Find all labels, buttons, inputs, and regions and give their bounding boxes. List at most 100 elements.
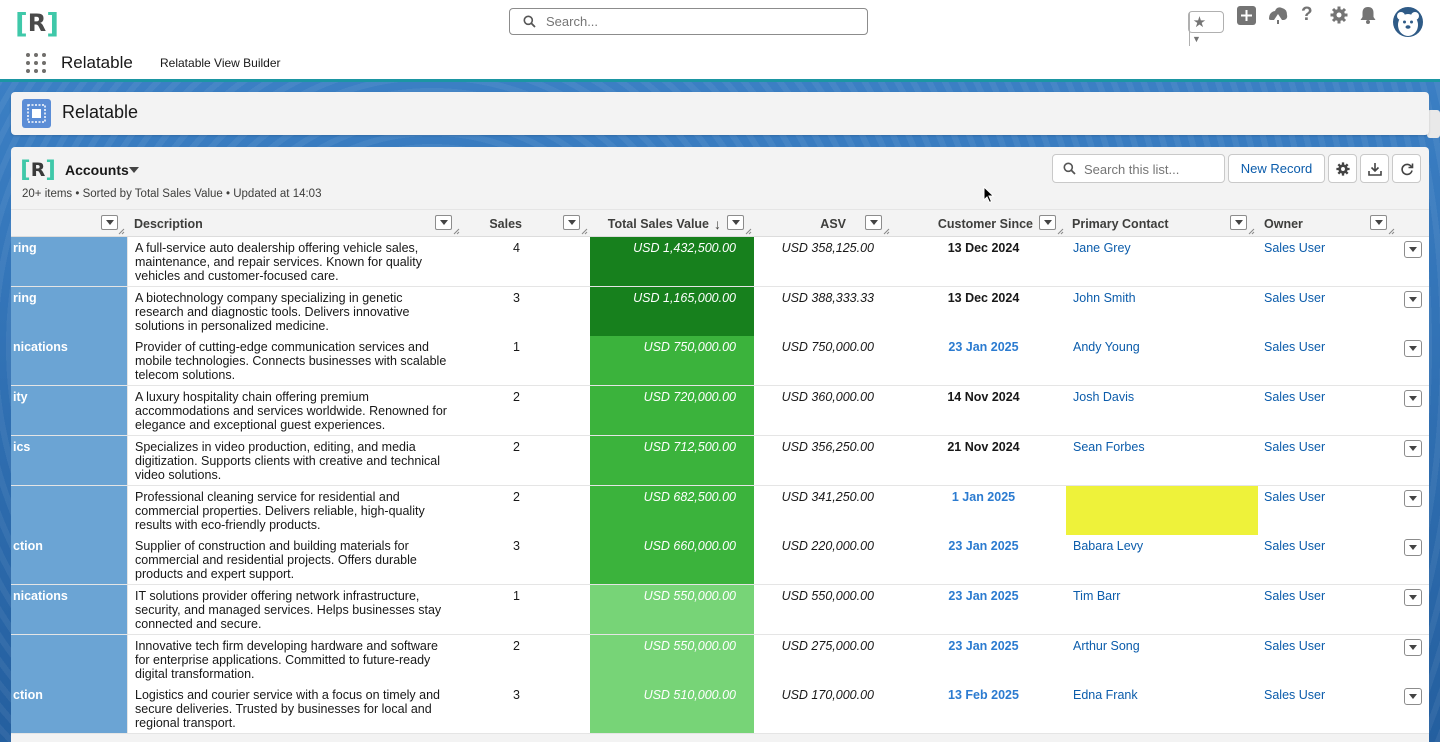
column-header-total-sales-value[interactable]: Total Sales Value <box>591 210 709 237</box>
cell-owner[interactable]: Sales User <box>1258 535 1408 584</box>
cell-owner[interactable]: Sales User <box>1258 486 1408 535</box>
column-resize-handle[interactable] <box>883 228 890 235</box>
nav-item-relatable-view-builder[interactable]: Relatable View Builder <box>160 56 281 70</box>
owner-link[interactable]: Sales User <box>1264 539 1325 553</box>
table-row[interactable]: ics Specializes in video production, edit… <box>11 436 1429 486</box>
user-avatar[interactable] <box>1393 7 1423 37</box>
row-actions-chevron-icon[interactable] <box>1404 589 1422 606</box>
row-actions-chevron-icon[interactable] <box>1404 490 1422 507</box>
trailhead-icon[interactable] <box>1267 0 1289 30</box>
owner-link[interactable]: Sales User <box>1264 639 1325 653</box>
new-record-button[interactable]: New Record <box>1228 154 1325 183</box>
list-search-input[interactable] <box>1082 161 1221 178</box>
primary-contact-link[interactable]: Andy Young <box>1073 340 1140 354</box>
table-row[interactable]: ring A biotechnology company specializing… <box>11 287 1429 337</box>
row-actions-chevron-icon[interactable] <box>1404 539 1422 556</box>
list-settings-button[interactable] <box>1328 154 1357 183</box>
column-resize-handle[interactable] <box>581 228 588 235</box>
owner-link[interactable]: Sales User <box>1264 589 1325 603</box>
setup-gear-icon[interactable] <box>1330 0 1348 30</box>
cell-primary-contact[interactable] <box>1066 486 1258 535</box>
column-resize-handle[interactable] <box>745 228 752 235</box>
column-header-primary-contact[interactable]: Primary Contact <box>1072 210 1232 237</box>
row-actions-chevron-icon[interactable] <box>1404 291 1422 308</box>
primary-contact-link[interactable]: Edna Frank <box>1073 688 1138 702</box>
primary-contact-link[interactable]: Jane Grey <box>1073 241 1131 255</box>
download-button[interactable] <box>1360 154 1389 183</box>
column-menu-chevron-icon[interactable] <box>1039 215 1056 230</box>
column-header-sales[interactable]: Sales <box>451 210 522 237</box>
cell-primary-contact[interactable]: Babara Levy <box>1066 535 1258 584</box>
row-actions-chevron-icon[interactable] <box>1404 390 1422 407</box>
row-actions-chevron-icon[interactable] <box>1404 340 1422 357</box>
owner-link[interactable]: Sales User <box>1264 291 1325 305</box>
row-actions-chevron-icon[interactable] <box>1404 440 1422 457</box>
primary-contact-link[interactable]: Arthur Song <box>1073 639 1140 653</box>
column-menu-chevron-icon[interactable] <box>727 215 744 230</box>
cell-owner[interactable]: Sales User <box>1258 287 1408 336</box>
help-icon[interactable]: ? <box>1301 0 1313 30</box>
list-object-name[interactable]: Accounts <box>65 162 129 178</box>
column-menu-chevron-icon[interactable] <box>1230 215 1247 230</box>
column-resize-handle[interactable] <box>1057 228 1064 235</box>
table-row[interactable]: Professional cleaning service for reside… <box>11 486 1429 536</box>
cell-primary-contact[interactable]: Arthur Song <box>1066 635 1258 684</box>
owner-link[interactable]: Sales User <box>1264 340 1325 354</box>
cell-owner[interactable]: Sales User <box>1258 684 1408 733</box>
favorites-button[interactable]: ★ ▼ <box>1188 11 1224 61</box>
table-row[interactable]: nications Provider of cutting-edge commun… <box>11 336 1429 386</box>
column-header-asv[interactable]: ASV <box>755 210 846 237</box>
primary-contact-link[interactable]: Babara Levy <box>1073 539 1143 553</box>
cell-primary-contact[interactable]: John Smith <box>1066 287 1258 336</box>
column-resize-handle[interactable] <box>1388 228 1395 235</box>
cell-primary-contact[interactable]: Josh Davis <box>1066 386 1258 435</box>
cell-primary-contact[interactable]: Tim Barr <box>1066 585 1258 634</box>
primary-contact-link[interactable]: Sean Forbes <box>1073 440 1145 454</box>
cell-owner[interactable]: Sales User <box>1258 585 1408 634</box>
table-row[interactable]: ction Logistics and courier service with … <box>11 684 1429 734</box>
primary-contact-link[interactable]: John Smith <box>1073 291 1136 305</box>
column-resize-handle[interactable] <box>118 228 125 235</box>
owner-link[interactable]: Sales User <box>1264 688 1325 702</box>
table-row[interactable]: ity A luxury hospitality chain offering p… <box>11 386 1429 436</box>
primary-contact-link[interactable]: Josh Davis <box>1073 390 1134 404</box>
primary-contact-link[interactable]: Tim Barr <box>1073 589 1120 603</box>
cell-owner[interactable]: Sales User <box>1258 635 1408 684</box>
add-icon[interactable] <box>1237 0 1256 30</box>
global-search-input[interactable] <box>544 13 848 30</box>
cell-owner[interactable]: Sales User <box>1258 336 1408 385</box>
cell-owner[interactable]: Sales User <box>1258 237 1408 286</box>
column-resize-handle[interactable] <box>1248 228 1255 235</box>
table-row[interactable]: Innovative tech firm developing hardware… <box>11 635 1429 685</box>
column-menu-chevron-icon[interactable] <box>563 215 580 230</box>
owner-link[interactable]: Sales User <box>1264 390 1325 404</box>
row-actions-chevron-icon[interactable] <box>1404 241 1422 258</box>
cell-primary-contact[interactable]: Jane Grey <box>1066 237 1258 286</box>
owner-link[interactable]: Sales User <box>1264 440 1325 454</box>
column-header-customer-since[interactable]: Customer Since <box>891 210 1033 237</box>
refresh-button[interactable] <box>1392 154 1421 183</box>
row-actions-chevron-icon[interactable] <box>1404 688 1422 705</box>
table-row[interactable]: nications IT solutions provider offering … <box>11 585 1429 635</box>
column-menu-chevron-icon[interactable] <box>865 215 882 230</box>
notifications-bell-icon[interactable] <box>1359 0 1377 30</box>
list-view-picker-chevron-icon[interactable] <box>129 167 139 173</box>
cell-owner[interactable]: Sales User <box>1258 436 1408 485</box>
column-menu-chevron-icon[interactable] <box>101 215 118 230</box>
global-search-box[interactable] <box>509 8 868 35</box>
table-row[interactable]: ring A full-service auto dealership offer… <box>11 237 1429 287</box>
list-search-box[interactable] <box>1052 154 1225 183</box>
cell-primary-contact[interactable]: Edna Frank <box>1066 684 1258 733</box>
owner-link[interactable]: Sales User <box>1264 241 1325 255</box>
cell-primary-contact[interactable]: Andy Young <box>1066 336 1258 385</box>
column-menu-chevron-icon[interactable] <box>435 215 452 230</box>
cell-primary-contact[interactable]: Sean Forbes <box>1066 436 1258 485</box>
column-menu-chevron-icon[interactable] <box>1370 215 1387 230</box>
column-header-owner[interactable]: Owner <box>1264 210 1364 237</box>
app-launcher-icon[interactable] <box>26 53 46 73</box>
relatable-logo[interactable]: [R] <box>15 7 59 40</box>
row-actions-chevron-icon[interactable] <box>1404 639 1422 656</box>
owner-link[interactable]: Sales User <box>1264 490 1325 504</box>
column-header-description[interactable]: Description <box>134 210 434 237</box>
table-row[interactable]: ction Supplier of construction and buildi… <box>11 535 1429 585</box>
